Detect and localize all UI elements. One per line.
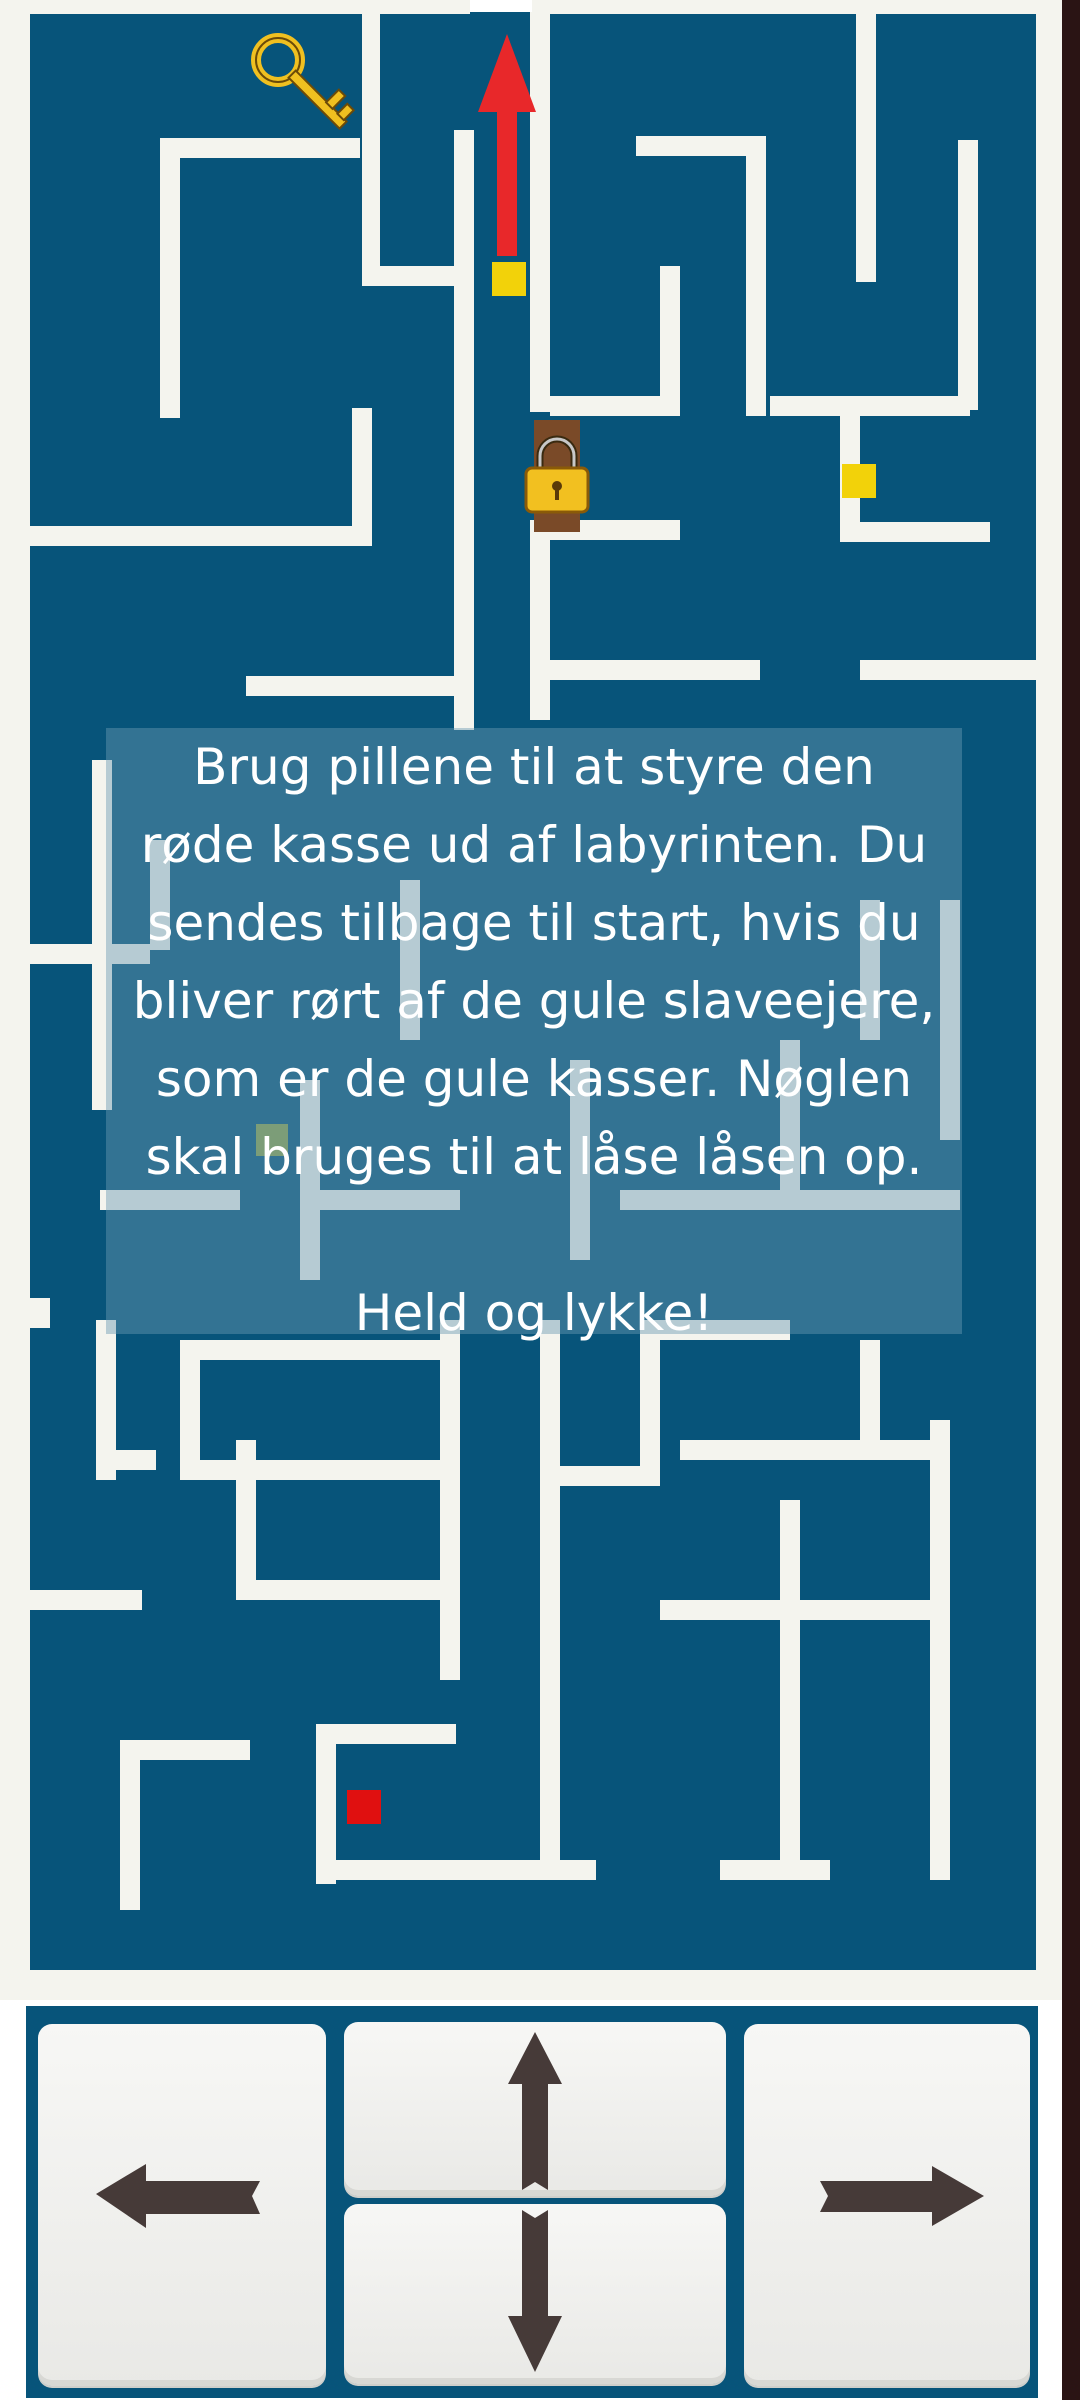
left-button[interactable] bbox=[38, 2024, 326, 2386]
enemy-box bbox=[842, 464, 876, 498]
instruction-line: røde kasse ud af labyrinten. Du bbox=[140, 816, 928, 874]
down-button[interactable] bbox=[344, 2204, 726, 2384]
instruction-line: sendes tilbage til start, hvis du bbox=[147, 894, 921, 952]
instruction-line: skal bruges til at låse låsen op. bbox=[145, 1128, 923, 1186]
enemy-box bbox=[492, 262, 526, 296]
player-box bbox=[347, 1790, 381, 1824]
arrow-left-icon bbox=[96, 2164, 260, 2228]
up-button[interactable] bbox=[344, 2022, 726, 2196]
instruction-line: som er de gule kasser. Nøglen bbox=[155, 1050, 913, 1108]
arrow-down-icon bbox=[508, 2210, 562, 2372]
farewell-text: Held og lykke! bbox=[354, 1284, 714, 1342]
instruction-line: Brug pillene til at styre den bbox=[193, 738, 875, 796]
instruction-line: bliver rørt af de gule slaveejere, bbox=[132, 972, 936, 1030]
arrow-right-icon bbox=[820, 2166, 984, 2226]
instructions-panel: Brug pillene til at styre den røde kasse… bbox=[106, 728, 962, 1342]
right-button[interactable] bbox=[744, 2024, 1030, 2386]
screen-edge bbox=[1062, 0, 1080, 2400]
lock-door bbox=[524, 420, 590, 532]
arrow-up-icon bbox=[508, 2032, 562, 2190]
control-pad bbox=[0, 2000, 1062, 2400]
